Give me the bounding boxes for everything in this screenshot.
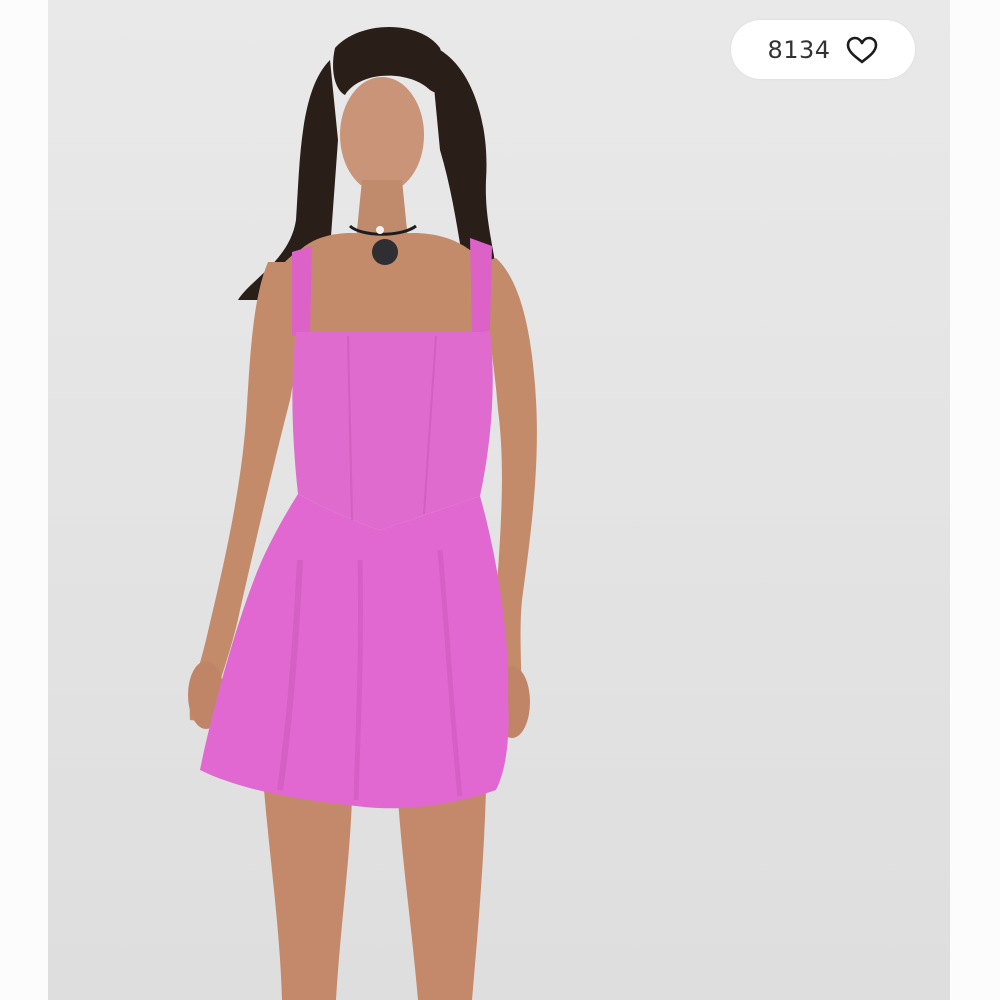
like-button[interactable]: 8134 [731, 20, 915, 79]
necklace-pendant [372, 239, 398, 265]
dress-bodice [292, 332, 493, 530]
dress-strap-right [470, 238, 492, 336]
right-leg [398, 790, 486, 1000]
left-leg [264, 790, 352, 1000]
like-count: 8134 [767, 35, 831, 64]
face-shape [340, 77, 424, 193]
product-image [48, 0, 950, 1000]
necklace-bead [376, 226, 384, 234]
heart-outline-icon [845, 35, 879, 65]
dress-strap-left [292, 246, 312, 336]
